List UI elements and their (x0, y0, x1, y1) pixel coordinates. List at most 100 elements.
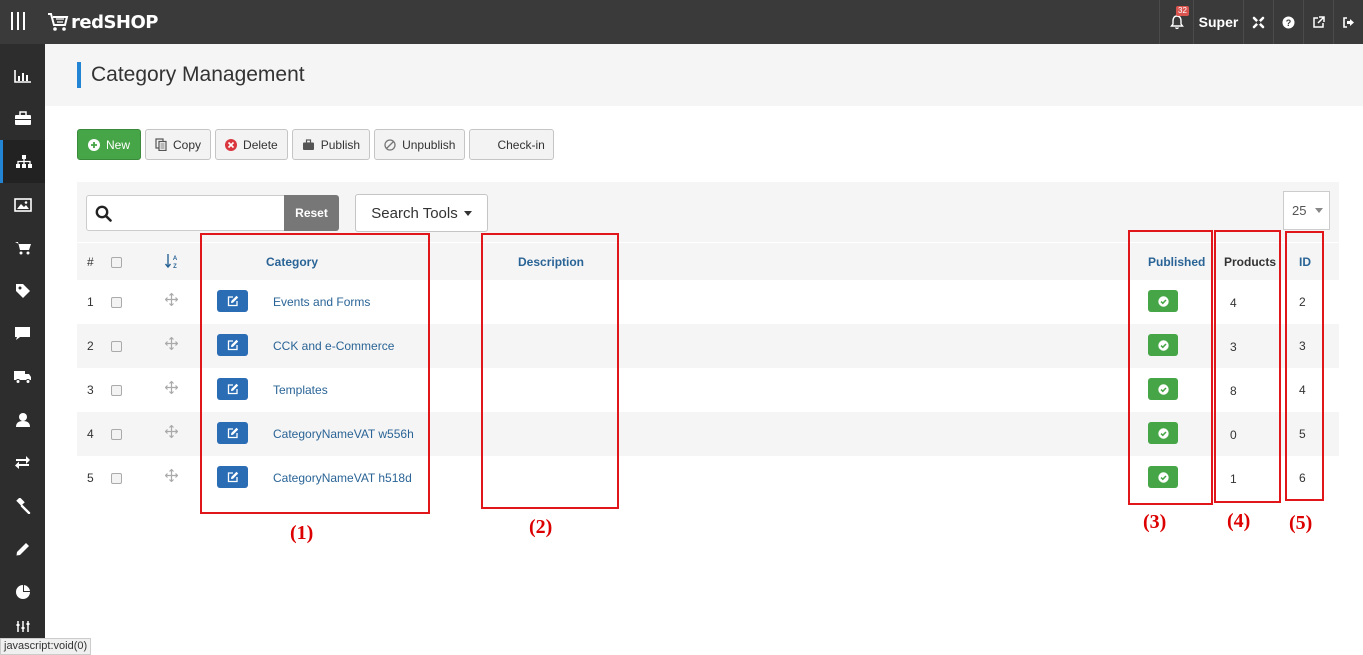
sidebar-item-statistics[interactable] (0, 54, 45, 97)
briefcase-icon (14, 111, 31, 125)
ban-icon (384, 138, 396, 151)
search-tools-button[interactable]: Search Tools (355, 194, 488, 232)
user-icon (15, 412, 30, 427)
select-all-checkbox[interactable] (111, 257, 122, 268)
brand-logo[interactable]: redSHOP (47, 8, 159, 36)
status-bar: javascript:void(0) (0, 638, 92, 655)
annotation-box-published (1128, 230, 1213, 505)
sidebar-item-customization[interactable] (0, 527, 45, 570)
sidebar-item-media[interactable] (0, 183, 45, 226)
drag-handle-icon[interactable] (165, 425, 178, 438)
sidebar-item-products[interactable] (0, 97, 45, 140)
cart-logo-icon (48, 13, 69, 31)
external-link-icon (1313, 15, 1325, 28)
cart-icon (14, 242, 31, 255)
joomla-button[interactable] (1243, 0, 1273, 44)
annotation-box-id (1285, 231, 1324, 501)
unpublish-button-label: Unpublish (402, 137, 456, 152)
row-checkbox[interactable] (111, 297, 122, 308)
publish-button-label: Publish (320, 137, 361, 152)
search-tools-label: Search Tools (371, 204, 458, 222)
annotation-label-2: (2) (529, 516, 553, 538)
caret-down-icon (463, 210, 472, 216)
sidebar-item-discounts[interactable] (0, 269, 45, 312)
svg-text:?: ? (1286, 18, 1292, 28)
checkin-button[interactable]: Check-in (469, 129, 554, 160)
sidebar-item-communication[interactable] (0, 312, 45, 355)
notifications-button[interactable]: 32 (1159, 0, 1193, 44)
row-number: 4 (87, 427, 94, 441)
page-header: Category Management (45, 44, 1363, 106)
menu-toggle-icon[interactable] (11, 12, 27, 32)
sitemap-icon (16, 155, 32, 168)
help-icon: ? (1282, 16, 1295, 28)
truck-icon (14, 370, 31, 384)
image-icon (13, 197, 32, 212)
external-link-button[interactable] (1303, 0, 1333, 44)
sidebar-item-shipping[interactable] (0, 355, 45, 398)
drag-handle-icon[interactable] (165, 337, 178, 350)
pie-chart-icon (15, 584, 30, 599)
reset-button[interactable]: Reset (284, 195, 339, 231)
sidebar (0, 44, 45, 655)
annotation-box-category (200, 233, 430, 514)
copy-button[interactable]: Copy (145, 129, 212, 160)
gavel-icon (16, 497, 31, 514)
new-button-label: New (106, 137, 131, 152)
sidebar-item-import-export[interactable] (0, 441, 45, 484)
annotation-label-4: (4) (1227, 510, 1251, 532)
page-title: Category Management (91, 63, 305, 86)
row-number: 5 (87, 471, 94, 485)
sidebar-item-reports[interactable] (0, 570, 45, 613)
svg-text:Z: Z (173, 264, 177, 269)
delete-button[interactable]: Delete (215, 129, 288, 160)
annotation-label-5: (5) (1289, 512, 1313, 534)
row-checkbox[interactable] (111, 429, 122, 440)
briefcase-icon (302, 138, 314, 150)
delete-button-label: Delete (243, 137, 278, 152)
annotation-label-3: (3) (1143, 511, 1167, 533)
sidebar-item-categories[interactable] (0, 140, 45, 183)
exchange-icon (15, 456, 30, 469)
checkin-button-label: Check-in (497, 137, 545, 152)
search-icon (95, 205, 112, 222)
top-bar: redSHOP 32 Super ? (0, 0, 1363, 44)
search-input[interactable] (86, 195, 285, 231)
logout-icon (1343, 16, 1354, 28)
annotation-box-description (481, 233, 619, 509)
row-number: 3 (87, 383, 94, 397)
sidebar-item-users[interactable] (0, 398, 45, 441)
user-menu[interactable]: Super (1193, 0, 1243, 44)
sliders-icon (16, 621, 29, 632)
logout-button[interactable] (1333, 0, 1363, 44)
publish-button[interactable]: Publish (291, 129, 371, 160)
new-button[interactable]: New (77, 129, 142, 160)
sidebar-item-orders[interactable] (0, 226, 45, 269)
bell-icon (1169, 14, 1184, 29)
annotation-label-1: (1) (290, 522, 314, 544)
drag-handle-icon[interactable] (165, 469, 178, 482)
annotation-box-products (1214, 230, 1281, 503)
tag-icon (15, 283, 30, 298)
list-limit-select[interactable]: 25 (1283, 191, 1330, 230)
row-checkbox[interactable] (111, 385, 122, 396)
pencil-icon (16, 542, 29, 555)
row-number: 2 (87, 339, 94, 353)
unpublish-button[interactable]: Unpublish (374, 129, 466, 160)
list-limit-value: 25 (1292, 203, 1307, 218)
toolbar: New Copy Delete Publish Unpublish Check-… (77, 129, 554, 161)
sidebar-item-tools[interactable] (0, 484, 45, 527)
sort-ordering-icon[interactable]: A Z (165, 253, 179, 269)
row-checkbox[interactable] (111, 341, 122, 352)
brand-name: redSHOP (71, 11, 159, 33)
chevron-down-icon (1315, 208, 1324, 213)
drag-handle-icon[interactable] (165, 381, 178, 394)
sidebar-item-configuration[interactable] (0, 620, 45, 640)
delete-circle-icon (225, 138, 238, 151)
drag-handle-icon[interactable] (165, 293, 178, 306)
help-button[interactable]: ? (1273, 0, 1303, 44)
row-checkbox[interactable] (111, 473, 122, 484)
copy-button-label: Copy (173, 137, 202, 152)
copy-icon (155, 138, 167, 151)
plus-circle-icon (88, 138, 100, 151)
